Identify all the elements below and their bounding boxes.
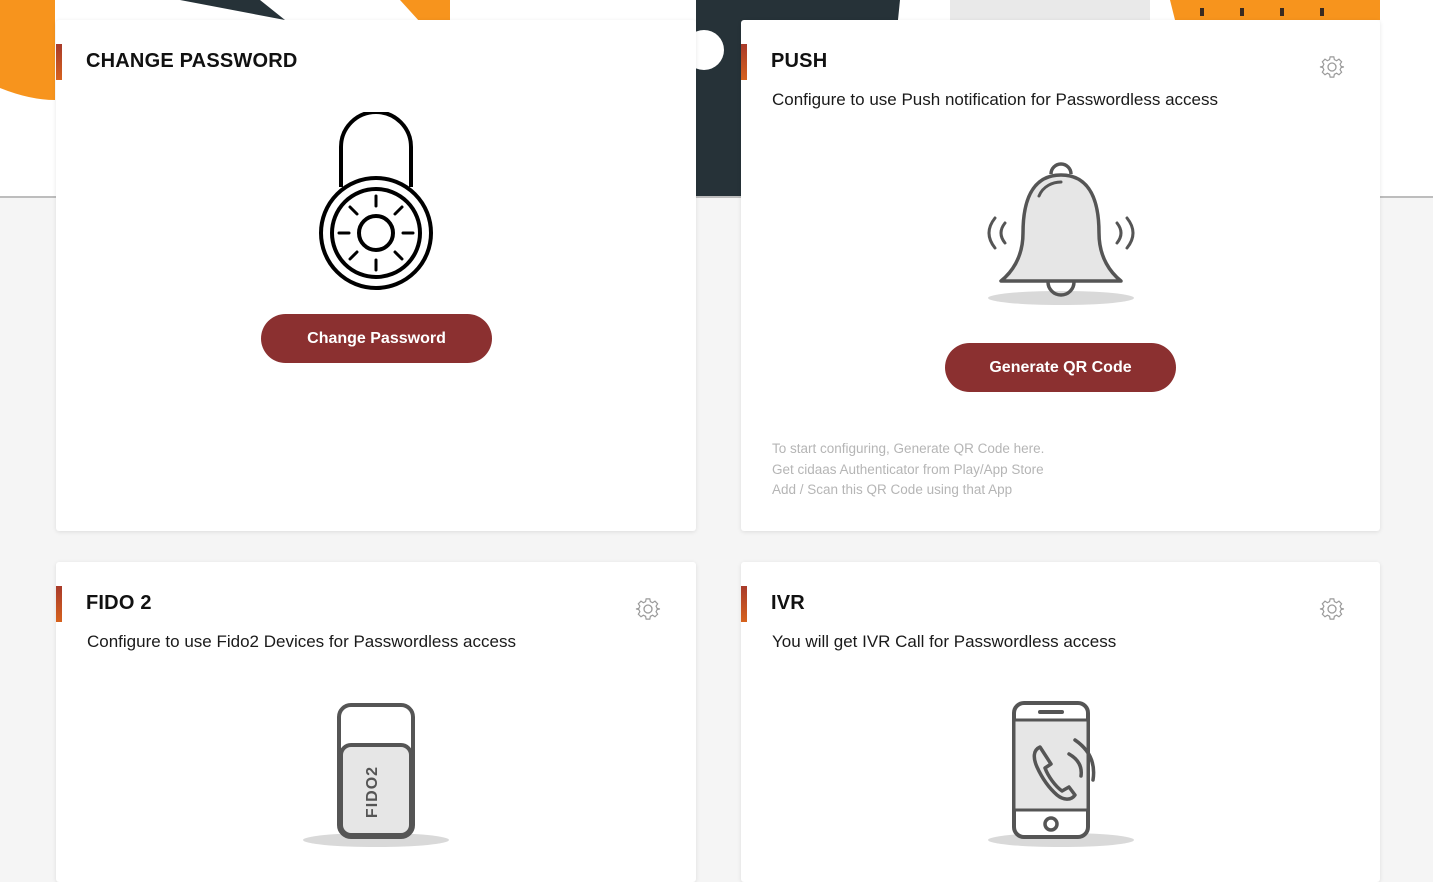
change-password-button[interactable]: Change Password	[261, 314, 492, 363]
gear-icon[interactable]	[1319, 596, 1345, 622]
fido2-description: Configure to use Fido2 Devices for Passw…	[87, 632, 516, 651]
push-title: PUSH	[771, 50, 828, 72]
gear-icon[interactable]	[635, 596, 661, 622]
push-hint-line: Get cidaas Authenticator from Play/App S…	[772, 461, 1044, 477]
phone-call-icon	[988, 701, 1134, 847]
card-accent-bar	[56, 44, 62, 80]
fido2-title: FIDO 2	[86, 592, 152, 614]
change-password-title: CHANGE PASSWORD	[86, 50, 298, 72]
card-accent-bar	[741, 586, 747, 622]
combination-lock-icon	[319, 112, 433, 290]
push-hint-line: Add / Scan this QR Code using that App	[772, 482, 1013, 497]
fido2-card: FIDO 2 Configure to use Fido2 Devices fo…	[56, 562, 696, 882]
ivr-description: You will get IVR Call for Passwordless a…	[772, 632, 1117, 651]
push-card: PUSH Configure to use Push notification …	[741, 20, 1380, 531]
ivr-title: IVR	[771, 592, 805, 614]
push-instructions: To start configuring, Generate QR Code h…	[772, 439, 1044, 501]
card-accent-bar	[741, 44, 747, 80]
ivr-card: IVR You will get IVR Call for Passwordle…	[741, 562, 1380, 882]
change-password-card: CHANGE PASSWORD Change Password	[56, 20, 696, 531]
card-accent-bar	[56, 586, 62, 622]
gear-icon[interactable]	[1319, 54, 1345, 80]
push-description: Configure to use Push notification for P…	[772, 90, 1219, 109]
push-hint-line: To start configuring, Generate QR Code h…	[772, 441, 1045, 456]
fido2-key-label-text: FIDO2	[364, 765, 381, 819]
generate-qr-code-button[interactable]: Generate QR Code	[945, 343, 1176, 392]
bell-icon	[987, 162, 1135, 305]
